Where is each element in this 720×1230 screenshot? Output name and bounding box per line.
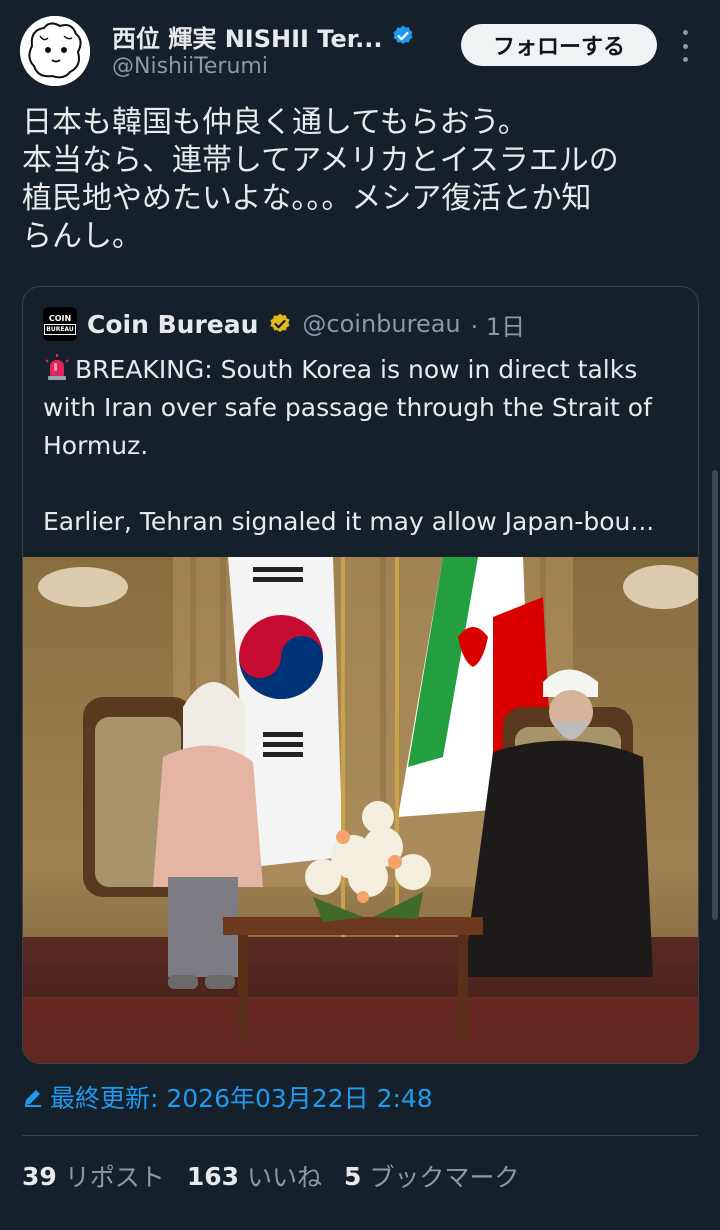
bookmarks-label[interactable]: ブックマーク	[369, 1158, 519, 1194]
quoted-tweet-card[interactable]: COIN BUREAU Coin Bureau @coinbureau · 1日…	[22, 286, 699, 1064]
likes-label[interactable]: いいね	[247, 1158, 322, 1194]
quoted-tweet-header: COIN BUREAU Coin Bureau @coinbureau · 1日	[43, 307, 525, 341]
follow-button[interactable]: フォローする	[461, 24, 657, 66]
tweet-detail-page: 西位 輝実 NISHII Ter... @NishiiTerumi フォローする…	[0, 0, 720, 1230]
rotating-light-icon	[45, 354, 69, 380]
verified-badge-icon	[392, 25, 413, 45]
tweet-text-line: 植民地やめたいよな。。。メシア復活とか知	[22, 181, 592, 216]
pencil-icon	[25, 1090, 41, 1107]
last-updated[interactable]: 最終更新: 2026年03月22日 2:48	[22, 1080, 433, 1114]
quoted-tweet-photo[interactable]	[23, 557, 699, 1064]
quoted-text-line: with Iran over safe passage through the …	[43, 393, 652, 422]
engagement-stats: 39 リポスト 163 いいね 5 ブックマーク	[22, 1156, 541, 1196]
coin-bureau-logo: COIN BUREAU	[43, 307, 77, 341]
tweet-text-line: 日本も韓国も仲良く通してもらおう。	[22, 105, 528, 140]
tweet-text-line: らんし。	[22, 219, 142, 254]
author-handle[interactable]: @NishiiTerumi	[112, 54, 268, 79]
quoted-author-handle: @coinbureau	[302, 310, 461, 338]
logo-text-bottom: BUREAU	[44, 323, 76, 335]
quoted-author-name: Coin Bureau	[87, 309, 259, 339]
bookmarks-count[interactable]: 5	[344, 1162, 361, 1191]
quoted-text-line: Hormuz.	[43, 431, 149, 460]
tweet-text: 日本も韓国も仲良く通してもらおう。 本当なら、連帯してアメリカとイスラエルの 植…	[22, 104, 702, 256]
last-updated-label: 最終更新: 2026年03月22日 2:48	[50, 1084, 433, 1113]
quoted-tweet-text: BREAKING: South Korea is now in direct t…	[43, 351, 683, 541]
scrollbar[interactable]	[712, 470, 718, 920]
quoted-tweet-time: · 1日	[470, 312, 526, 341]
tweet-text-line: 本当なら、連帯してアメリカとイスラエルの	[22, 143, 619, 178]
avatar[interactable]	[20, 16, 90, 86]
logo-text-top: COIN	[48, 313, 72, 323]
tweet-header: 西位 輝実 NISHII Ter... @NishiiTerumi フォローする	[0, 0, 720, 90]
quoted-text-line	[43, 465, 683, 503]
more-vertical-icon[interactable]	[676, 30, 694, 62]
gold-verified-badge-icon	[270, 313, 290, 333]
quoted-text-line: Earlier, Tehran signaled it may allow Ja…	[43, 507, 655, 536]
reposts-label[interactable]: リポスト	[65, 1158, 165, 1194]
author-display-name[interactable]: 西位 輝実 NISHII Ter...	[112, 19, 383, 54]
reposts-count[interactable]: 39	[22, 1162, 57, 1191]
quoted-text-line: BREAKING: South Korea is now in direct t…	[75, 355, 638, 384]
divider	[22, 1135, 698, 1136]
author-name-row[interactable]: 西位 輝実 NISHII Ter...	[112, 19, 415, 54]
likes-count[interactable]: 163	[187, 1162, 239, 1191]
